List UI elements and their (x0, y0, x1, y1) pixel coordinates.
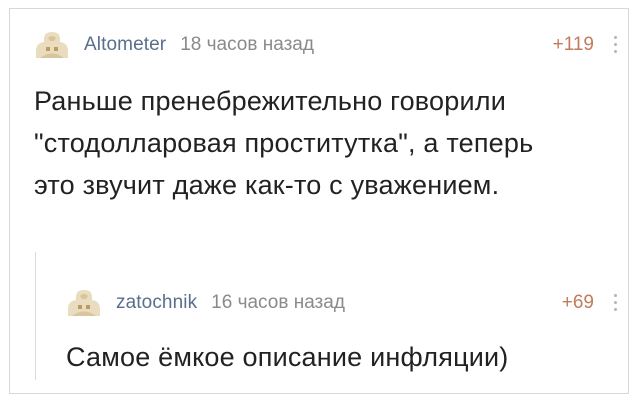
comment-header: zatochnik 16 часов назад +69 (66, 286, 628, 320)
reply-comment: zatochnik 16 часов назад +69 Самое ёмкое… (66, 286, 628, 378)
username-link[interactable]: zatochnik (116, 292, 197, 314)
comment-text: Раньше пренебрежительно говорили "стодол… (34, 80, 628, 206)
username-link[interactable]: Altometer (84, 34, 166, 56)
more-options-icon[interactable] (614, 36, 618, 54)
avatar-placeholder-icon[interactable] (34, 29, 70, 61)
more-options-icon[interactable] (614, 294, 618, 312)
comment-text-line: Раньше пренебрежительно говорили (34, 86, 506, 116)
comment-text: Самое ёмкое описание инфляции) (66, 336, 628, 378)
comment-header: Altometer 18 часов назад +119 (34, 28, 628, 62)
comment-text-line: Самое ёмкое описание инфляции) (66, 342, 509, 372)
thread-line (35, 252, 36, 380)
comment-text-line: "стодолларовая проститутка", а теперь (34, 128, 534, 158)
comment-time[interactable]: 16 часов назад (211, 292, 345, 314)
comment-rating: +119 (552, 34, 594, 55)
comment-time[interactable]: 18 часов назад (180, 34, 314, 56)
comment-text-line: это звучит даже как-то с уважением. (34, 170, 500, 200)
comment-rating: +69 (561, 292, 594, 313)
avatar-placeholder-icon[interactable] (66, 287, 102, 319)
comment: Altometer 18 часов назад +119 Раньше пре… (34, 28, 628, 206)
